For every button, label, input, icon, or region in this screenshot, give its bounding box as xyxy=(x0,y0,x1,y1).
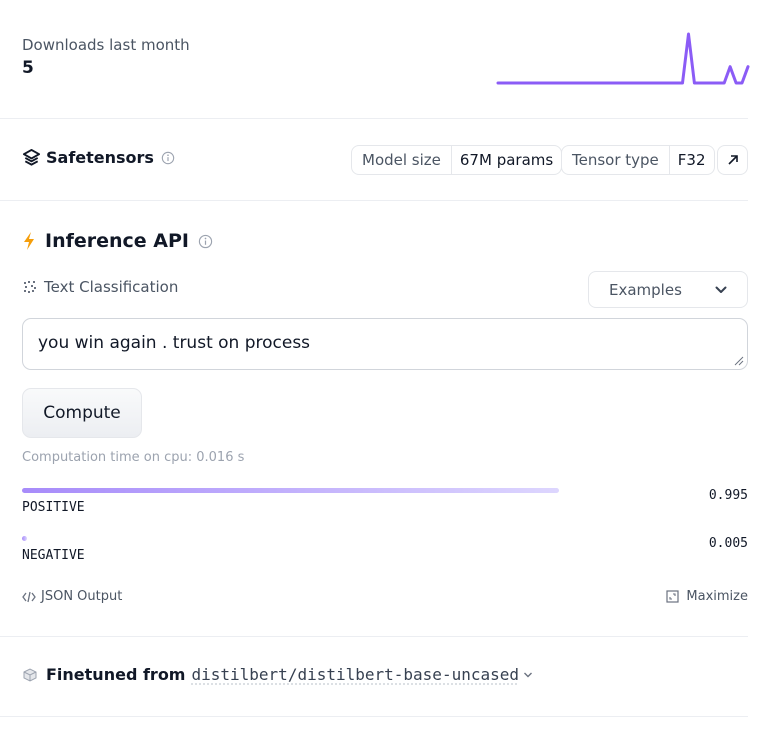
downloads-count: 5 xyxy=(22,58,34,78)
divider xyxy=(0,716,748,717)
computation-time: Computation time on cpu: 0.016 s xyxy=(22,450,245,465)
code-icon xyxy=(22,591,36,602)
model-tree-icon xyxy=(23,667,37,682)
text-classification-icon xyxy=(24,281,36,293)
open-external-button[interactable] xyxy=(717,145,748,175)
score-bar-positive xyxy=(22,488,560,493)
model-size-label: Model size xyxy=(352,146,452,174)
result-score-positive: 0.995 xyxy=(708,488,748,503)
divider xyxy=(0,118,748,119)
examples-dropdown[interactable]: Examples xyxy=(588,271,748,308)
downloads-sparkline xyxy=(496,32,750,85)
maximize-button[interactable]: Maximize xyxy=(666,589,748,604)
inference-title: Inference API xyxy=(45,230,189,252)
lightning-icon xyxy=(24,232,34,250)
inference-header: Inference API xyxy=(22,230,213,252)
json-output-toggle[interactable]: JSON Output xyxy=(22,589,122,604)
resize-grip-icon[interactable] xyxy=(734,356,744,366)
safetensors-title: Safetensors xyxy=(46,148,154,167)
model-size-value: 67M params xyxy=(459,151,554,169)
arrow-up-right-icon xyxy=(727,155,738,165)
chevron-down-icon[interactable] xyxy=(523,671,533,679)
compute-button[interactable]: Compute xyxy=(22,388,142,438)
score-bar-negative xyxy=(22,536,27,541)
inference-input[interactable]: you win again . trust on process xyxy=(22,318,748,370)
result-label-negative: NEGATIVE xyxy=(22,548,85,563)
examples-label: Examples xyxy=(609,280,682,299)
maximize-icon xyxy=(666,590,680,603)
model-size-pill: Model size 67M params xyxy=(351,145,563,175)
finetuned-from: Finetuned from distilbert/distilbert-bas… xyxy=(22,665,533,684)
layers-icon xyxy=(22,148,41,166)
divider xyxy=(0,200,748,201)
info-icon[interactable] xyxy=(161,151,175,165)
info-icon[interactable] xyxy=(198,234,213,249)
tensor-type-pill: Tensor type F32 xyxy=(561,145,715,175)
finetuned-label: Finetuned from xyxy=(46,665,186,684)
tensor-type-label: Tensor type xyxy=(562,146,670,174)
inference-input-value: you win again . trust on process xyxy=(38,333,311,353)
result-score-negative: 0.005 xyxy=(708,536,748,551)
base-model-link[interactable]: distilbert/distilbert-base-uncased xyxy=(191,665,519,684)
tensor-type-value: F32 xyxy=(677,151,706,169)
divider xyxy=(0,636,748,637)
chevron-down-icon xyxy=(715,286,727,293)
task-label: Text Classification xyxy=(44,278,179,296)
json-output-label: JSON Output xyxy=(41,589,123,604)
task-type: Text Classification xyxy=(22,278,178,296)
result-label-positive: POSITIVE xyxy=(22,500,85,515)
safetensors-header: Safetensors xyxy=(22,148,175,167)
downloads-label: Downloads last month xyxy=(22,36,190,54)
maximize-label: Maximize xyxy=(686,589,748,604)
